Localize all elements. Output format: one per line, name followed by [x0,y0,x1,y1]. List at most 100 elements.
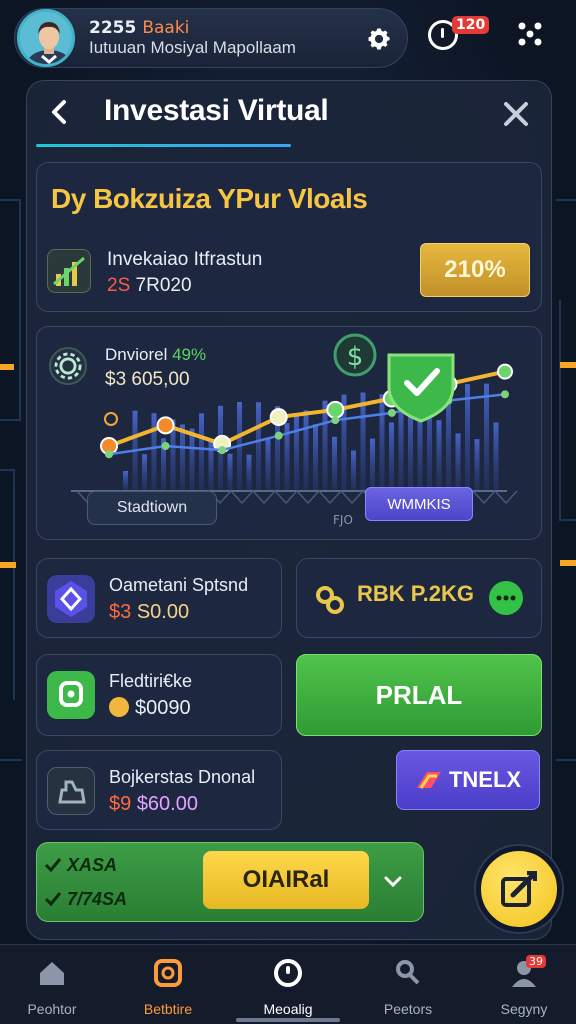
hexagon-shape [55,581,87,617]
tile-brokerage-name: Bojkerstas Dnonal [109,767,256,787]
tab-settings-label: Segyny [500,1001,548,1017]
chart-note: FJO [333,513,353,527]
weeks-button[interactable]: WMMKIS [365,487,473,521]
chart-bar [455,433,461,491]
infrastructure-icon [47,249,91,293]
chart-truss-segment [318,490,342,505]
chart-bar [313,424,318,491]
plug-shape [59,681,83,707]
chart-point [501,390,509,399]
tile-spend-amount: S0.00 [136,601,190,623]
profile-header[interactable]: 2255 Baaki Iutuuan Mosiyal Mapollaam [14,8,408,68]
tab-badge: 39 [526,955,546,968]
chart-truss-segment [252,490,276,505]
chart-bar [227,453,233,491]
tile-rbk[interactable]: RBK P.2KG [296,558,542,638]
goal-amount-value: 7R020 [135,275,192,296]
chart-truss-segment [274,490,298,505]
home-icon [40,962,64,985]
chart-truss-segment [494,490,518,505]
primary-action-button[interactable]: OIAIRal [203,851,369,909]
tab-settings[interactable]: 39 Segyny [474,953,574,1019]
back-arrow-icon[interactable] [42,94,78,130]
wallet-icon [154,959,182,987]
chart-point [326,400,345,419]
chart-bar [123,471,128,491]
plug-icon [47,671,95,719]
svg-text:$: $ [347,342,364,372]
chart-bar [360,392,366,491]
tile-spend-name: Oametani Sptsnd [109,575,249,595]
chart-point [156,416,175,435]
chart-label: Dnviorel 49% [105,345,206,365]
chart-point [269,408,288,427]
goal-amount-prefix: 2S [107,275,131,296]
chart-bar [465,384,470,491]
tab-balance[interactable]: Betbtire [118,953,218,1019]
people-search-icon [396,960,420,985]
tile-electric-value: $0090 [109,697,191,720]
chart-bar [370,438,375,491]
avatar[interactable] [17,9,75,67]
gear-icon[interactable] [365,25,393,53]
edit-fab-button[interactable] [476,846,562,932]
tab-home[interactable]: Peohtor [2,953,102,1019]
circle-icon [274,959,302,987]
percent-button[interactable]: 210% [420,243,530,297]
chart-bar [474,439,480,491]
goals-heading: Dy Bokzuiza YPur Vloals [51,183,368,214]
chart-bar [199,413,204,491]
chart-point [274,431,283,440]
title-underline [36,144,291,147]
tab-peers-label: Peetors [383,1001,433,1017]
goal-item-name: Invekaiao Itfrastun [107,249,263,270]
chart-truss-segment [296,490,320,505]
chart-bar [332,436,337,491]
hexagon-icon [47,575,95,623]
chart-bar [256,402,261,491]
user-subtitle: Iutuuan Mosiyal Mapollaam [89,38,296,57]
chart-point [387,408,396,417]
pin-icon [104,412,118,426]
action-line-1: XASA [67,855,118,875]
chart-bar [398,399,404,491]
tools-icon [47,767,95,815]
chart-bar [322,400,328,491]
chart-bar [379,394,385,491]
goal-item-amount: 2S 7R020 [107,275,192,297]
close-icon[interactable] [498,96,534,132]
action-row: XASA 7/74SA OIAIRal [36,842,424,922]
tnelx-button[interactable]: TNELX [396,750,540,810]
check-icon [44,892,62,907]
coin-count: 2255 [89,17,137,38]
more-dots-icon[interactable] [514,18,546,50]
tile-electric-name: Fledtiri€ke [109,671,193,691]
check-icon [44,858,62,873]
chart-label-percent: 49% [172,345,207,364]
flag-icon [416,772,441,789]
gear-settings-icon [49,347,87,385]
more-icon[interactable] [489,581,523,615]
chart-bar [389,422,394,491]
tile-brokerage[interactable]: Bojkerstas Dnonal $9 $60.00 [36,750,282,830]
tile-spend-value: $3 S0.00 [109,601,189,624]
prlal-button[interactable]: PRLAL [296,654,542,736]
tile-spend[interactable]: Oametani Sptsnd $3 S0.00 [36,558,282,638]
tab-peers[interactable]: Peetors [358,953,458,1019]
tile-electric[interactable]: Fledtiri€ke $0090 [36,654,282,736]
chart-bar [484,383,489,491]
dollar-icon: $ [333,333,377,377]
chart-card: $ Dnviorel 49% $3 605,00 Stadtiown FJO W… [36,326,542,540]
link-icon [316,586,344,614]
tools-shape [58,780,86,804]
chart-bar [180,424,185,491]
chart-point [331,416,340,425]
tile-rbk-label: RBK P.2KG [357,581,474,606]
chevron-down-icon[interactable] [383,871,403,891]
tab-meeting[interactable]: Meoalig [238,953,338,1019]
station-button[interactable]: Stadtiown [87,491,217,525]
chart-bar [351,450,356,491]
home-indicator [236,1018,340,1022]
chart-point [218,446,227,455]
ellipsis-icon [496,595,516,601]
